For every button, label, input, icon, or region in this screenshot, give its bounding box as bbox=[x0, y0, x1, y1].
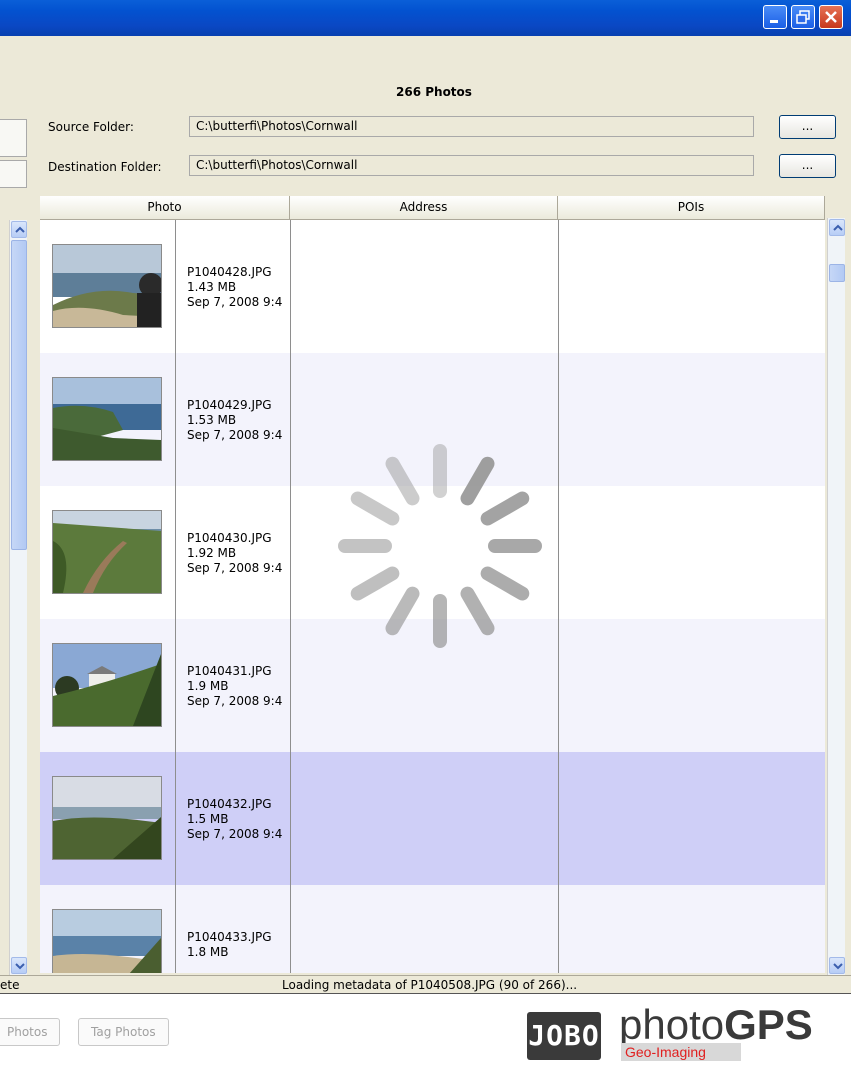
photo-thumbnail bbox=[52, 776, 162, 860]
tab-photos[interactable]: Photos bbox=[0, 1018, 61, 1046]
logo-photo-text: photo bbox=[619, 1001, 725, 1048]
photo-filename: P1040432.JPG bbox=[187, 797, 272, 811]
left-status: ete bbox=[0, 975, 38, 994]
left-scroll-up-button[interactable] bbox=[11, 221, 27, 238]
photo-info: P1040433.JPG 1.8 MB bbox=[187, 930, 291, 960]
photo-date: Sep 7, 2008 9:4 bbox=[187, 295, 283, 309]
restore-icon bbox=[796, 10, 810, 24]
photo-date: Sep 7, 2008 9:4 bbox=[187, 428, 283, 442]
title-bar bbox=[0, 0, 851, 36]
spinner-bar bbox=[460, 586, 495, 636]
photo-thumbnail bbox=[52, 643, 162, 727]
scroll-up-button[interactable] bbox=[829, 219, 845, 236]
scroll-thumb[interactable] bbox=[829, 264, 845, 282]
table-scrollbar[interactable] bbox=[827, 218, 845, 975]
photo-filename: P1040431.JPG bbox=[187, 664, 272, 678]
photo-filename: P1040433.JPG bbox=[187, 930, 272, 944]
photo-thumbnail bbox=[52, 377, 162, 461]
photo-filesize: 1.5 MB bbox=[187, 812, 229, 826]
photo-filename: P1040428.JPG bbox=[187, 265, 272, 279]
source-browse-button[interactable]: ... bbox=[779, 115, 836, 139]
table-row[interactable]: P1040428.JPG 1.43 MB Sep 7, 2008 9:4 bbox=[40, 220, 825, 353]
left-field-2[interactable] bbox=[0, 160, 27, 188]
photo-info: P1040428.JPG 1.43 MB Sep 7, 2008 9:4 bbox=[187, 265, 291, 310]
chevron-up-icon bbox=[15, 226, 25, 233]
toolbar-area bbox=[0, 36, 851, 69]
photo-thumbnail bbox=[52, 510, 162, 594]
photo-filesize: 1.53 MB bbox=[187, 413, 237, 427]
bottom-bar: Photos Tag Photos JOBO photoGPS Geo-Imag… bbox=[0, 993, 851, 1066]
photo-date: Sep 7, 2008 9:4 bbox=[187, 694, 283, 708]
photo-info: P1040429.JPG 1.53 MB Sep 7, 2008 9:4 bbox=[187, 398, 291, 443]
photo-date: Sep 7, 2008 9:4 bbox=[187, 561, 283, 575]
left-scrollbar[interactable] bbox=[9, 220, 27, 975]
table-row[interactable]: P1040433.JPG 1.8 MB bbox=[40, 885, 825, 973]
status-bar: Loading metadata of P1040508.JPG (90 of … bbox=[38, 975, 851, 994]
close-button[interactable] bbox=[819, 5, 843, 29]
chevron-down-icon bbox=[833, 963, 843, 970]
photo-info: P1040430.JPG 1.92 MB Sep 7, 2008 9:4 bbox=[187, 531, 291, 576]
close-icon bbox=[825, 11, 837, 23]
photo-filename: P1040430.JPG bbox=[187, 531, 272, 545]
column-header-address[interactable]: Address bbox=[290, 196, 558, 220]
spinner-bar bbox=[385, 586, 420, 636]
left-scroll-down-button[interactable] bbox=[11, 957, 27, 974]
destination-folder-label: Destination Folder: bbox=[48, 160, 162, 174]
spinner-bar bbox=[385, 456, 420, 506]
photogps-logo: photoGPS bbox=[619, 1004, 813, 1046]
source-folder-label: Source Folder: bbox=[48, 120, 134, 134]
photo-filesize: 1.8 MB bbox=[187, 945, 229, 959]
photo-filesize: 1.43 MB bbox=[187, 280, 237, 294]
logo-gps-text: GPS bbox=[724, 1001, 813, 1048]
chevron-down-icon bbox=[15, 963, 25, 970]
scroll-down-button[interactable] bbox=[829, 957, 845, 974]
minimize-button[interactable] bbox=[763, 5, 787, 29]
destination-browse-button[interactable]: ... bbox=[779, 154, 836, 178]
photo-thumbnail bbox=[52, 244, 162, 328]
source-folder-field[interactable]: C:\butterfi\Photos\Cornwall bbox=[189, 116, 754, 137]
table-row-selected[interactable]: P1040432.JPG 1.5 MB Sep 7, 2008 9:4 bbox=[40, 752, 825, 885]
spinner-bar bbox=[480, 566, 530, 601]
column-header-pois[interactable]: POIs bbox=[558, 196, 825, 220]
photo-info: P1040431.JPG 1.9 MB Sep 7, 2008 9:4 bbox=[187, 664, 291, 709]
tab-tag-photos[interactable]: Tag Photos bbox=[78, 1018, 169, 1046]
photo-filename: P1040429.JPG bbox=[187, 398, 272, 412]
left-scroll-thumb[interactable] bbox=[11, 240, 27, 550]
column-header-photo[interactable]: Photo bbox=[40, 196, 290, 220]
restore-button[interactable] bbox=[791, 5, 815, 29]
photo-count: 266 Photos bbox=[396, 85, 472, 99]
photo-info: P1040432.JPG 1.5 MB Sep 7, 2008 9:4 bbox=[187, 797, 291, 842]
jobo-logo-text: JOBO bbox=[528, 1019, 600, 1052]
destination-folder-field[interactable]: C:\butterfi\Photos\Cornwall bbox=[189, 155, 754, 176]
spinner-bar bbox=[350, 566, 400, 601]
photo-filesize: 1.92 MB bbox=[187, 546, 237, 560]
logo-subtitle: Geo-Imaging bbox=[621, 1043, 741, 1061]
jobo-logo: JOBO bbox=[527, 1012, 601, 1060]
status-message: Loading metadata of P1040508.JPG (90 of … bbox=[282, 978, 578, 992]
photo-table: Photo Address POIs P1040428.JPG 1.43 MB … bbox=[40, 196, 825, 973]
chevron-up-icon bbox=[833, 224, 843, 231]
spinner-bar bbox=[460, 456, 495, 506]
spinner-bar bbox=[350, 491, 400, 526]
minimize-icon bbox=[770, 20, 778, 23]
photo-date: Sep 7, 2008 9:4 bbox=[187, 827, 283, 841]
photo-thumbnail bbox=[52, 909, 162, 973]
photos-pane: 266 Photos Source Folder: C:\butterfi\Ph… bbox=[38, 68, 851, 993]
left-pane bbox=[0, 68, 39, 993]
photo-filesize: 1.9 MB bbox=[187, 679, 229, 693]
spinner-bar bbox=[480, 491, 530, 526]
left-field-1[interactable] bbox=[0, 119, 27, 157]
loading-spinner-icon bbox=[338, 444, 542, 648]
